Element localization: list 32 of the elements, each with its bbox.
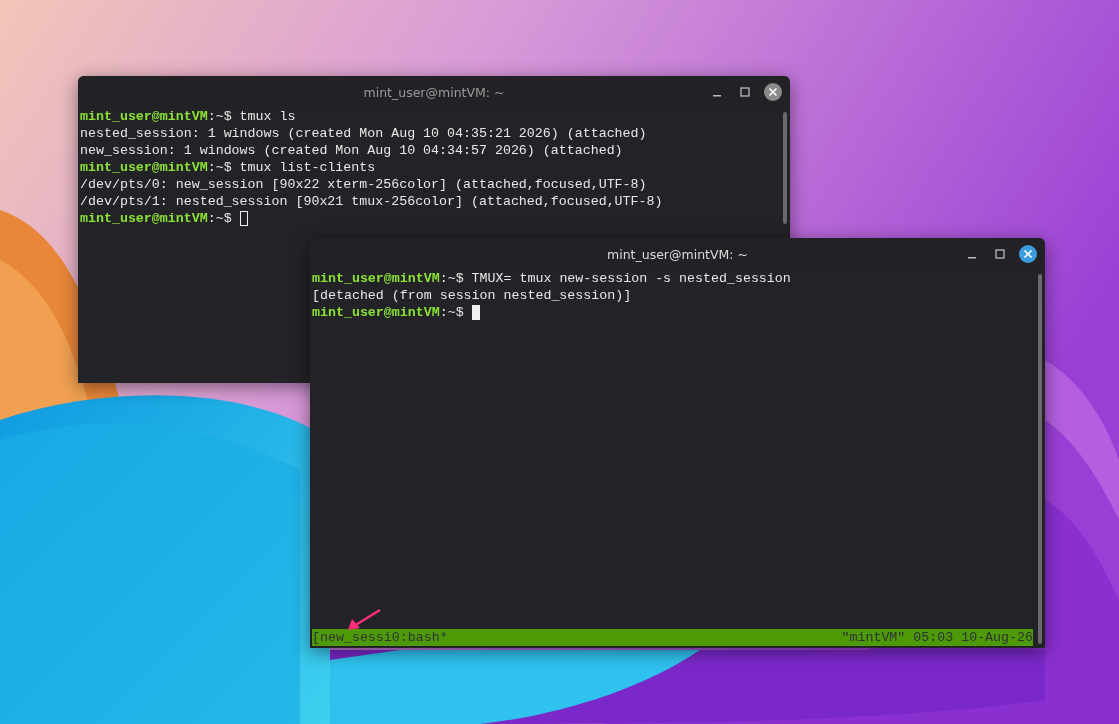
command-text: TMUX= tmux new-session -s nested_session	[470, 270, 791, 287]
status-right-text: "mintVM" 05:03 10-Aug-26	[841, 630, 1033, 645]
window-title: mint_user@mintVM: ~	[363, 84, 505, 100]
output-text: new_session: 1 windows (created Mon Aug 10 04:34:57 2026) (attached)	[80, 142, 623, 159]
close-icon	[768, 87, 778, 97]
command-text: tmux list-clients	[238, 159, 376, 176]
minimize-icon	[713, 95, 721, 97]
prompt-path: :~$	[439, 270, 464, 287]
prompt-user: mint_user@mintVM	[80, 108, 208, 125]
output-text: /dev/pts/1: nested_session [90x21 tmux-256color] (attached,focused,UTF-8)	[80, 193, 663, 210]
scrollbar[interactable]	[1038, 274, 1042, 644]
prompt-path: :~$	[207, 108, 232, 125]
scrollbar[interactable]	[783, 112, 787, 225]
output-text: [detached (from session nested_session)]	[312, 287, 632, 304]
prompt-path: :~$	[439, 304, 464, 321]
window-title: mint_user@mintVM: ~	[607, 246, 748, 262]
maximize-icon	[740, 87, 750, 97]
prompt-user: mint_user@mintVM	[312, 270, 440, 287]
prompt-path: :~$	[207, 159, 232, 176]
maximize-icon	[995, 249, 1005, 259]
output-text: /dev/pts/0: new_session [90x22 xterm-256color] (attached,focused,UTF-8)	[80, 176, 647, 193]
prompt-user: mint_user@mintVM	[80, 210, 208, 227]
prompt-user: mint_user@mintVM	[312, 304, 440, 321]
command-text: tmux ls	[238, 108, 296, 125]
output-text: nested_session: 1 windows (created Mon Aug 10 04:35:21 2026) (attached)	[80, 125, 647, 142]
close-button[interactable]	[1019, 245, 1037, 263]
prompt-user: mint_user@mintVM	[80, 159, 208, 176]
status-left-text: [new_sessi0:bash*	[312, 630, 448, 645]
close-icon	[1023, 249, 1033, 259]
prompt-path: :~$	[207, 210, 232, 227]
close-button[interactable]	[764, 83, 782, 101]
minimize-icon	[968, 257, 976, 259]
